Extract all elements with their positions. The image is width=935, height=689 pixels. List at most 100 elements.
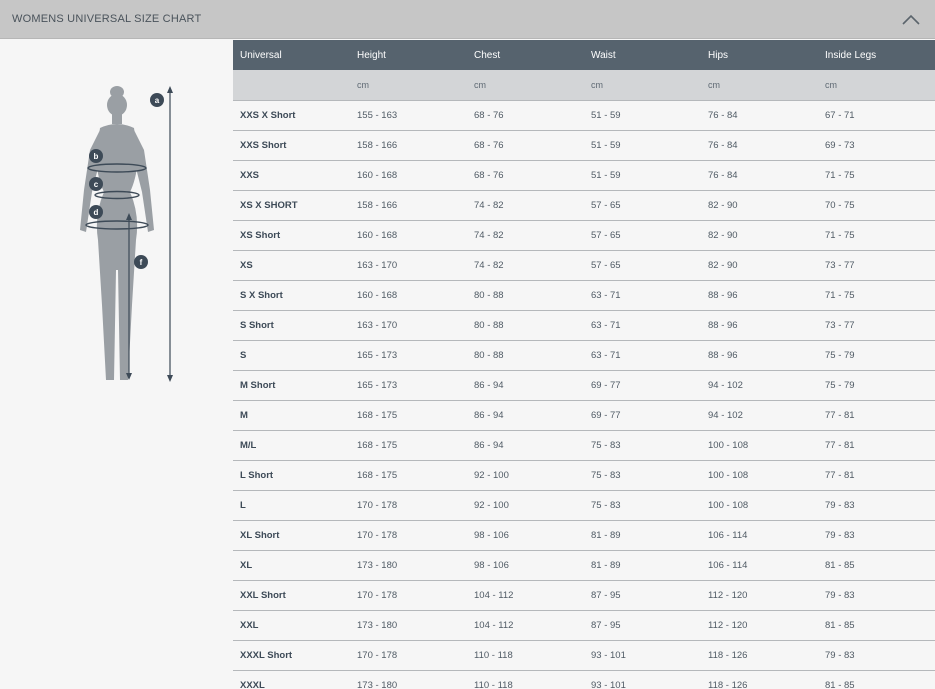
accordion-header[interactable]: WOMENS UNIVERSAL SIZE CHART — [0, 0, 935, 39]
measurement-cell: 81 - 85 — [818, 610, 935, 641]
measurement-cell: 98 - 106 — [467, 550, 584, 581]
size-name-cell: XL — [233, 550, 350, 581]
measurement-cell: 57 - 65 — [584, 190, 701, 221]
size-name-cell: S X Short — [233, 280, 350, 311]
measurement-cell: 71 - 75 — [818, 280, 935, 311]
measurement-cell: 170 - 178 — [350, 640, 467, 671]
measurement-cell: 94 - 102 — [701, 400, 818, 431]
measure-label-f: f — [140, 258, 143, 267]
measurement-cell: 106 - 114 — [701, 520, 818, 551]
column-header: Inside Legs — [818, 40, 935, 70]
measurement-cell: 77 - 81 — [818, 400, 935, 431]
measurement-cell: 75 - 83 — [584, 430, 701, 461]
unit-cell: cm — [584, 70, 701, 101]
size-name-cell: XS — [233, 250, 350, 281]
size-name-cell: XXXL Short — [233, 640, 350, 671]
table-row: M Short 165 - 173 86 - 94 69 - 77 94 - 102 75… — [233, 370, 935, 401]
measurement-cell: 79 - 83 — [818, 580, 935, 611]
measurement-cell: 155 - 163 — [350, 100, 467, 131]
unit-cell — [233, 70, 350, 101]
measurement-cell: 80 - 88 — [467, 310, 584, 341]
measurement-cell: 86 - 94 — [467, 370, 584, 401]
size-name-cell: XXL Short — [233, 580, 350, 611]
table-row: XXS 160 - 168 68 - 76 51 - 59 76 - 84 71 - 75 — [233, 160, 935, 191]
measurement-cell: 81 - 85 — [818, 550, 935, 581]
measurement-cell: 88 - 96 — [701, 310, 818, 341]
size-name-cell: XS Short — [233, 220, 350, 251]
chevron-up-icon[interactable] — [899, 10, 923, 30]
measurement-cell: 76 - 84 — [701, 160, 818, 191]
column-header: Chest — [467, 40, 584, 70]
measurement-cell: 76 - 84 — [701, 100, 818, 131]
size-name-cell: M Short — [233, 370, 350, 401]
measurement-cell: 57 - 65 — [584, 220, 701, 251]
table-row: M/L 168 - 175 86 - 94 75 - 83 100 - 108 77 - … — [233, 430, 935, 461]
measurement-cell: 170 - 178 — [350, 490, 467, 521]
table-row: XL Short 170 - 178 98 - 106 81 - 89 106 - 11… — [233, 520, 935, 551]
measurement-cell: 75 - 83 — [584, 460, 701, 491]
measurement-cell: 165 - 173 — [350, 340, 467, 371]
measurement-cell: 51 - 59 — [584, 160, 701, 191]
measurement-cell: 77 - 81 — [818, 460, 935, 491]
measurement-cell: 68 - 76 — [467, 130, 584, 161]
measurement-cell: 170 - 178 — [350, 580, 467, 611]
measurement-cell: 170 - 178 — [350, 520, 467, 551]
size-name-cell: S — [233, 340, 350, 371]
measurement-cell: 51 - 59 — [584, 130, 701, 161]
size-name-cell: XS X SHORT — [233, 190, 350, 221]
measurement-cell: 160 - 168 — [350, 220, 467, 251]
measurement-cell: 74 - 82 — [467, 190, 584, 221]
measurement-cell: 82 - 90 — [701, 250, 818, 281]
measurement-cell: 112 - 120 — [701, 610, 818, 641]
table-row: S X Short 160 - 168 80 - 88 63 - 71 88 - 96 7… — [233, 280, 935, 311]
size-chart-title: WOMENS UNIVERSAL SIZE CHART — [12, 13, 202, 25]
measurement-cell: 73 - 77 — [818, 310, 935, 341]
measurement-cell: 168 - 175 — [350, 400, 467, 431]
measurement-cell: 82 - 90 — [701, 190, 818, 221]
measurement-cell: 74 - 82 — [467, 220, 584, 251]
measurement-cell: 70 - 75 — [818, 190, 935, 221]
measurement-cell: 163 - 170 — [350, 250, 467, 281]
unit-cell: cm — [350, 70, 467, 101]
table-row: XXL Short 170 - 178 104 - 112 87 - 95 112 - … — [233, 580, 935, 611]
measurement-cell: 87 - 95 — [584, 580, 701, 611]
measure-label-c: c — [94, 180, 99, 189]
table-row: XS X SHORT 158 - 166 74 - 82 57 - 65 82 - 90… — [233, 190, 935, 221]
table-row: XL 173 - 180 98 - 106 81 - 89 106 - 114 81 - … — [233, 550, 935, 581]
measurement-cell: 100 - 108 — [701, 490, 818, 521]
table-row: XS Short 160 - 168 74 - 82 57 - 65 82 - 90 71… — [233, 220, 935, 251]
measurement-cell: 57 - 65 — [584, 250, 701, 281]
unit-cell: cm — [701, 70, 818, 101]
measurement-cell: 77 - 81 — [818, 430, 935, 461]
measurement-cell: 80 - 88 — [467, 340, 584, 371]
size-chart-table-container: Universal Height Chest Waist Hips Inside… — [233, 40, 935, 689]
measurement-cell: 173 - 180 — [350, 670, 467, 689]
measurement-cell: 67 - 71 — [818, 100, 935, 131]
measurement-cell: 173 - 180 — [350, 610, 467, 641]
measurement-cell: 158 - 166 — [350, 130, 467, 161]
units-row: cm cm cm cm cm — [233, 70, 935, 101]
measurement-cell: 118 - 126 — [701, 670, 818, 689]
measurement-cell: 68 - 76 — [467, 100, 584, 131]
measurement-cell: 68 - 76 — [467, 160, 584, 191]
size-name-cell: S Short — [233, 310, 350, 341]
size-name-cell: M — [233, 400, 350, 431]
size-name-cell: L — [233, 490, 350, 521]
column-header: Waist — [584, 40, 701, 70]
measurement-cell: 74 - 82 — [467, 250, 584, 281]
size-name-cell: XXXL — [233, 670, 350, 689]
measurement-cell: 92 - 100 — [467, 460, 584, 491]
measurement-cell: 87 - 95 — [584, 610, 701, 641]
unit-cell: cm — [467, 70, 584, 101]
measurement-cell: 158 - 166 — [350, 190, 467, 221]
table-row: M 168 - 175 86 - 94 69 - 77 94 - 102 77 - 81 — [233, 400, 935, 431]
measurement-cell: 160 - 168 — [350, 280, 467, 311]
unit-cell: cm — [818, 70, 935, 101]
measure-label-b: b — [94, 152, 99, 161]
measurement-cell: 75 - 79 — [818, 370, 935, 401]
measurement-cell: 86 - 94 — [467, 430, 584, 461]
size-name-cell: XXS X Short — [233, 100, 350, 131]
measurement-cell: 69 - 77 — [584, 370, 701, 401]
size-name-cell: M/L — [233, 430, 350, 461]
table-row: XS 163 - 170 74 - 82 57 - 65 82 - 90 73 - 77 — [233, 250, 935, 281]
